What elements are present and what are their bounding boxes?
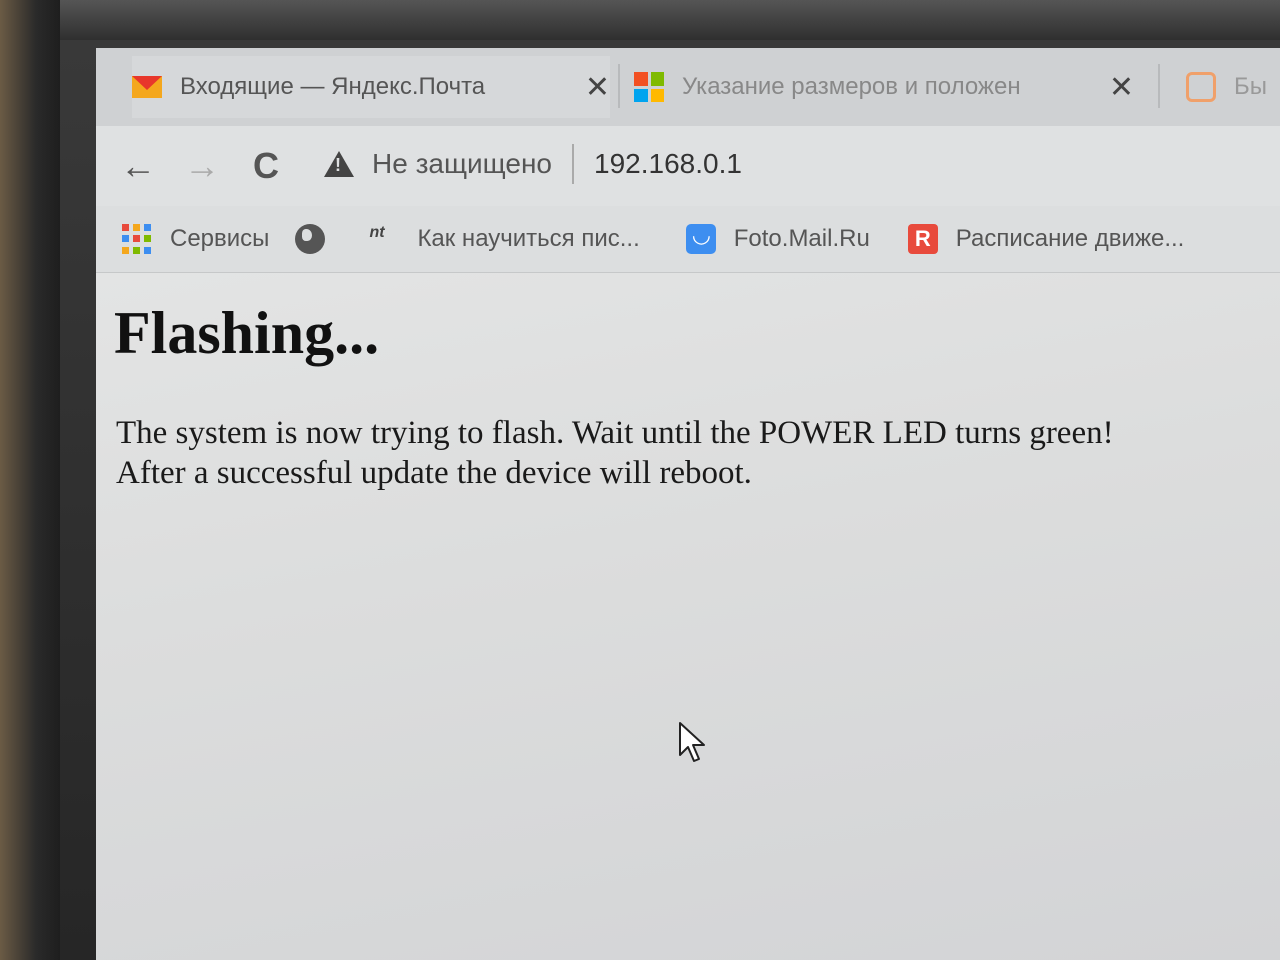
browser-window: Входящие — Яндекс.Почта ✕ Указание разме… <box>96 48 1280 960</box>
forward-arrow-icon[interactable]: → <box>170 145 234 187</box>
microsoft-icon <box>634 72 664 102</box>
monitor-bezel-left <box>0 0 60 960</box>
bookmark-schedule[interactable]: R Расписание движе... <box>907 224 1185 254</box>
page-content: Flashing... The system is now trying to … <box>96 273 1280 960</box>
mouse-pointer-icon <box>679 722 705 762</box>
omnibox-divider <box>572 144 574 184</box>
bookmark-globe[interactable] <box>295 224 343 254</box>
tab-strip: Входящие — Яндекс.Почта ✕ Указание разме… <box>96 48 1280 126</box>
browser-toolbar: ← → C Не защищено 192.168.0.1 <box>96 126 1280 206</box>
security-status[interactable]: Не защищено <box>372 148 552 180</box>
tab-separator <box>1158 64 1160 108</box>
foto-mail-icon <box>685 222 716 254</box>
bookmark-services[interactable]: Сервисы <box>122 224 269 254</box>
tab-dimensions[interactable]: Указание размеров и положен ✕ <box>634 56 1134 118</box>
tab-title: Входящие — Яндекс.Почта <box>180 73 486 100</box>
status-line-1: The system is now trying to flash. Wait … <box>116 415 1114 451</box>
status-line-2: After a successful update the device wil… <box>116 455 752 491</box>
globe-icon <box>295 224 326 254</box>
bookmark-how-to-write[interactable]: nt Как научиться пис... <box>369 224 639 254</box>
close-icon[interactable]: ✕ <box>585 70 610 105</box>
tab-third[interactable]: Бы <box>1186 56 1280 118</box>
tab-yandex-mail[interactable]: Входящие — Яндекс.Почта ✕ <box>132 56 610 118</box>
reload-icon[interactable]: C <box>234 145 298 187</box>
bookmarks-bar: Сервисы nt Как научиться пис... Foto.Mai… <box>96 206 1280 273</box>
tab-title: Бы <box>1234 73 1267 100</box>
close-icon[interactable]: ✕ <box>1109 70 1134 105</box>
apps-icon <box>122 224 152 254</box>
page-title: Flashing... <box>114 300 380 366</box>
nt-icon: nt <box>369 224 385 241</box>
bookmark-label: Как научиться пис... <box>417 225 640 252</box>
address-bar[interactable]: Не защищено 192.168.0.1 <box>324 136 1264 192</box>
warning-icon[interactable] <box>324 151 354 177</box>
bookmark-label: Сервисы <box>170 225 270 252</box>
r-icon: R <box>907 224 938 254</box>
bookmark-label: Foto.Mail.Ru <box>733 225 870 252</box>
bookmark-label: Расписание движе... <box>955 225 1185 252</box>
tab-title: Указание размеров и положен <box>682 73 1021 100</box>
url-text[interactable]: 192.168.0.1 <box>594 148 742 180</box>
tab-separator <box>618 64 620 108</box>
back-arrow-icon[interactable]: ← <box>106 145 170 187</box>
hand-icon <box>1186 72 1216 102</box>
monitor-bezel-top <box>60 0 1280 40</box>
bookmark-foto-mail[interactable]: Foto.Mail.Ru <box>685 222 870 254</box>
yandex-mail-icon <box>132 72 162 102</box>
status-message: The system is now trying to flash. Wait … <box>116 413 1216 493</box>
